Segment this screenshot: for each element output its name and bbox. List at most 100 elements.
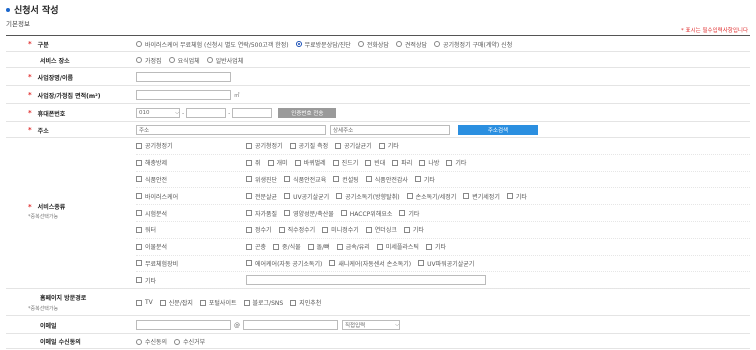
checkbox[interactable] xyxy=(136,226,142,233)
email-domain-select[interactable]: 직접입력 ⌵ xyxy=(342,320,400,330)
service-item-checkbox[interactable]: 정수기 xyxy=(246,225,272,234)
checkbox[interactable] xyxy=(329,260,336,267)
service-item-checkbox[interactable]: 공기청정기 xyxy=(246,141,283,150)
service-item-checkbox[interactable]: 나방 xyxy=(419,158,439,167)
checkbox[interactable] xyxy=(463,193,470,200)
service-item-checkbox[interactable]: 연더싱크 xyxy=(365,225,397,234)
checkbox[interactable] xyxy=(418,260,425,267)
checkbox[interactable] xyxy=(419,159,426,166)
service-item-checkbox[interactable]: 공기살균기 xyxy=(335,141,372,150)
service-item-checkbox[interactable]: 손소독기/세정기 xyxy=(406,192,456,201)
type-row-option[interactable]: 공기청정기 구매(계약) 신청 xyxy=(434,40,512,49)
checkbox[interactable] xyxy=(199,299,206,306)
checkbox[interactable] xyxy=(425,243,432,250)
consent-row-option[interactable]: 수신거부 xyxy=(174,337,205,346)
address-search-button[interactable]: 주소검색 xyxy=(458,125,538,135)
referral-option[interactable]: 포털사이트 xyxy=(199,298,237,307)
service-item-checkbox[interactable]: UV파워공기살균기 xyxy=(418,259,474,268)
service-category-checkbox[interactable]: 이물분석 xyxy=(136,242,167,251)
service-item-checkbox[interactable]: 영양성분/축산물 xyxy=(284,209,334,218)
checkbox[interactable] xyxy=(290,299,297,306)
checkbox[interactable] xyxy=(246,176,252,183)
checkbox[interactable] xyxy=(243,299,250,306)
service-item-checkbox[interactable]: 새니케어(자동센서 손소독기) xyxy=(329,259,411,268)
checkbox[interactable] xyxy=(322,226,329,233)
radio-button[interactable] xyxy=(295,41,302,47)
checkbox[interactable] xyxy=(246,210,252,217)
service-item-checkbox[interactable]: 자가품질 xyxy=(246,209,277,218)
service-item-checkbox[interactable]: 쥐 xyxy=(246,158,261,167)
service-item-checkbox[interactable]: 컨설팅 xyxy=(333,175,359,184)
checkbox[interactable] xyxy=(378,142,385,149)
place-row-option[interactable]: 일반사업체 xyxy=(206,56,243,65)
radio-button[interactable] xyxy=(206,57,213,63)
checkbox[interactable] xyxy=(136,176,142,183)
service-item-checkbox[interactable]: 에어케어(자동 공기소독기) xyxy=(246,259,322,268)
checkbox[interactable] xyxy=(284,176,291,183)
service-item-checkbox[interactable]: 미세플라스틱 xyxy=(376,242,419,251)
checkbox[interactable] xyxy=(332,159,339,166)
checkbox[interactable] xyxy=(307,243,314,250)
checkbox[interactable] xyxy=(267,159,274,166)
checkbox[interactable] xyxy=(246,142,252,149)
radio-button[interactable] xyxy=(357,41,364,47)
phone-middle-input[interactable] xyxy=(186,108,227,118)
referral-option[interactable]: TV xyxy=(136,299,153,306)
service-item-checkbox[interactable]: 파리 xyxy=(392,158,412,167)
service-item-checkbox[interactable]: 기타 xyxy=(403,225,424,234)
checkbox[interactable] xyxy=(294,159,301,166)
checkbox[interactable] xyxy=(136,159,142,166)
checkbox[interactable] xyxy=(333,176,340,183)
checkbox[interactable] xyxy=(414,176,421,183)
phone-last-input[interactable] xyxy=(232,108,273,118)
checkbox[interactable] xyxy=(365,159,372,166)
place-row-option[interactable]: 요식업체 xyxy=(168,56,200,65)
service-item-checkbox[interactable]: 직수정수기 xyxy=(278,225,315,234)
checkbox[interactable] xyxy=(446,159,453,166)
service-category-checkbox[interactable]: 식품안전 xyxy=(136,175,167,184)
service-item-checkbox[interactable]: 금속/유리 xyxy=(336,242,370,251)
service-item-checkbox[interactable]: UV공기살균기 xyxy=(284,192,329,201)
checkbox[interactable] xyxy=(246,159,252,166)
address-detail-input[interactable]: 상세주소 xyxy=(330,125,450,135)
area-input[interactable] xyxy=(136,90,231,100)
checkbox[interactable] xyxy=(136,210,142,217)
checkbox[interactable] xyxy=(136,277,142,284)
address-input[interactable]: 주소 xyxy=(136,125,326,135)
checkbox[interactable] xyxy=(340,210,347,217)
referral-option[interactable]: 신문/잡지 xyxy=(159,298,193,307)
service-item-checkbox[interactable]: HACCP위해요소 xyxy=(340,209,392,218)
service-item-checkbox[interactable]: 기타 xyxy=(506,192,527,201)
radio-button[interactable] xyxy=(136,41,142,47)
checkbox[interactable] xyxy=(136,299,142,306)
service-item-checkbox[interactable]: 위생진단 xyxy=(246,175,277,184)
referral-option[interactable]: 지인추천 xyxy=(290,298,321,307)
service-item-checkbox[interactable]: 바퀴벌레 xyxy=(294,158,326,167)
consent-row-option[interactable]: 수신동의 xyxy=(136,337,167,346)
email-domain-input[interactable] xyxy=(243,320,338,330)
checkbox[interactable] xyxy=(246,243,252,250)
service-category-checkbox[interactable]: 기타 xyxy=(136,276,156,285)
service-item-checkbox[interactable]: 전문살균 xyxy=(246,192,277,201)
service-other-input[interactable] xyxy=(246,275,486,286)
phone-prefix-select[interactable]: 010 ⌵ xyxy=(136,108,180,118)
service-item-checkbox[interactable]: 식품안전감사 xyxy=(365,175,408,184)
service-category-checkbox[interactable]: 공기청정기 xyxy=(136,141,173,150)
radio-button[interactable] xyxy=(395,41,402,47)
service-item-checkbox[interactable]: 기타 xyxy=(399,209,419,218)
place-row-option[interactable]: 가정집 xyxy=(136,56,162,65)
service-item-checkbox[interactable]: 돌/뼈 xyxy=(307,242,330,251)
checkbox[interactable] xyxy=(406,193,413,200)
checkbox[interactable] xyxy=(284,210,291,217)
service-item-checkbox[interactable]: 진드기 xyxy=(332,158,358,167)
checkbox[interactable] xyxy=(136,260,142,267)
radio-button[interactable] xyxy=(136,338,142,345)
send-verification-button[interactable]: 인증번호 전송 xyxy=(278,108,337,118)
service-item-checkbox[interactable]: 기타 xyxy=(378,141,399,150)
service-item-checkbox[interactable]: 변기세정기 xyxy=(463,192,500,201)
checkbox[interactable] xyxy=(246,193,252,200)
checkbox[interactable] xyxy=(246,226,252,233)
checkbox[interactable] xyxy=(335,142,342,149)
checkbox[interactable] xyxy=(403,226,410,233)
service-item-checkbox[interactable]: 미니정수기 xyxy=(322,225,359,234)
